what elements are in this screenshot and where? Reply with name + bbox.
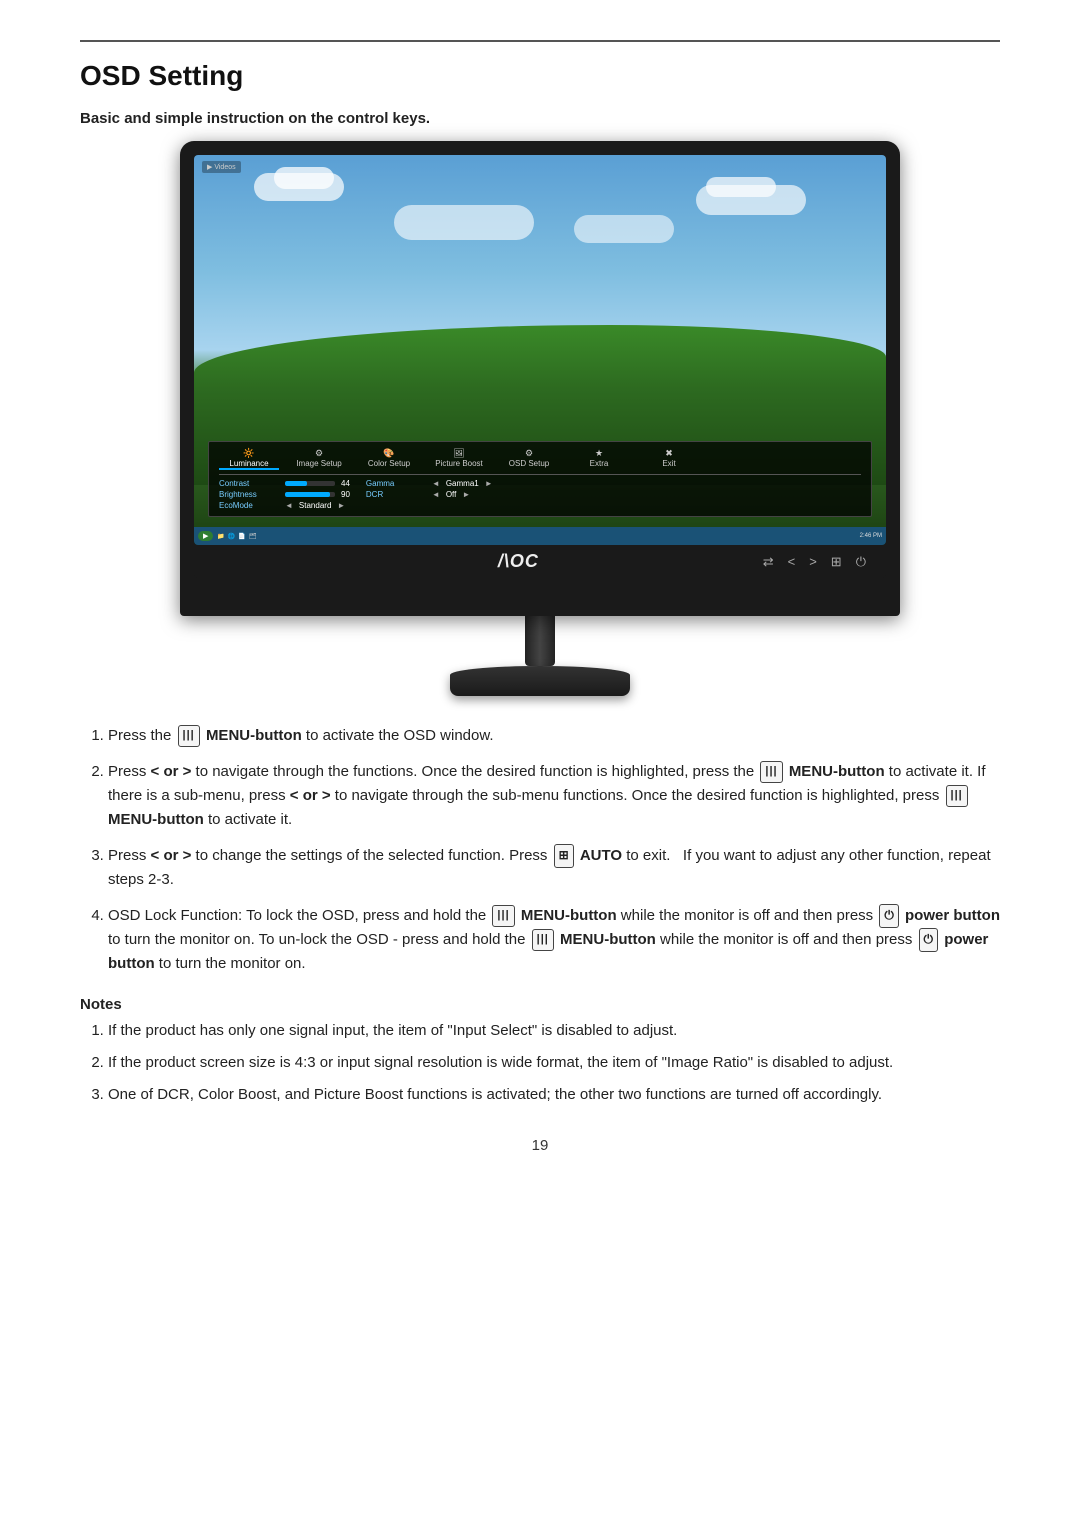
auto-icon: ⊞ bbox=[554, 844, 574, 867]
subtitle: Basic and simple instruction on the cont… bbox=[80, 110, 1000, 127]
osd-row-dcr: DCR ◄ Off ► bbox=[366, 490, 493, 499]
osd-tab-osdsetup: ⚙ OSD Setup bbox=[499, 448, 559, 470]
menu-icon-3: ||| bbox=[946, 785, 968, 807]
control-buttons: ⇄ < > ⊞ ⏻ bbox=[763, 554, 866, 570]
right-button-icon: > bbox=[809, 554, 817, 569]
page-title: OSD Setting bbox=[80, 60, 1000, 92]
menu-icon-5: ||| bbox=[532, 929, 554, 951]
monitor-stand bbox=[180, 616, 900, 696]
osd-tab-exit: ✖ Exit bbox=[639, 448, 699, 470]
power-icon-1: ⏻ bbox=[879, 904, 899, 927]
monitor-image: ▶ Videos 🔆 Luminance ⚙ Image Setup bbox=[80, 141, 1000, 696]
osd-left-rows: Contrast 44 Brightness 90 EcoMode bbox=[219, 479, 350, 510]
stand-base bbox=[450, 666, 630, 696]
notes-list: If the product has only one signal input… bbox=[80, 1019, 1000, 1107]
stand-neck bbox=[525, 616, 555, 666]
osd-content: Contrast 44 Brightness 90 EcoMode bbox=[219, 479, 861, 510]
instruction-4: OSD Lock Function: To lock the OSD, pres… bbox=[108, 904, 1000, 976]
osd-row-gamma: Gamma ◄ Gamma1 ► bbox=[366, 479, 493, 488]
instruction-2: Press < or > to navigate through the fun… bbox=[108, 760, 1000, 832]
menu-button-icon: ⊞ bbox=[831, 554, 842, 570]
instructions-list: Press the ||| MENU-button to activate th… bbox=[80, 724, 1000, 976]
notes-section: Notes If the product has only one signal… bbox=[80, 996, 1000, 1107]
menu-icon-2: ||| bbox=[760, 761, 782, 783]
osd-tab-image: ⚙ Image Setup bbox=[289, 448, 349, 470]
power-button-icon: ⏻ bbox=[856, 554, 866, 570]
osd-tab-luminance: 🔆 Luminance bbox=[219, 448, 279, 470]
notes-title: Notes bbox=[80, 996, 1000, 1013]
input-select-icon: ⇄ bbox=[763, 554, 774, 570]
menu-icon-4: ||| bbox=[492, 905, 514, 927]
cloud-4 bbox=[706, 177, 776, 197]
note-1: If the product has only one signal input… bbox=[108, 1019, 1000, 1043]
osd-row-ecomode: EcoMode ◄ Standard ► bbox=[219, 501, 350, 510]
cloud-2 bbox=[274, 167, 334, 189]
note-3: One of DCR, Color Boost, and Picture Boo… bbox=[108, 1083, 1000, 1107]
top-divider bbox=[80, 40, 1000, 42]
osd-tab-color: 🎨 Color Setup bbox=[359, 448, 419, 470]
note-2: If the product screen size is 4:3 or inp… bbox=[108, 1051, 1000, 1075]
instructions-section: Press the ||| MENU-button to activate th… bbox=[80, 724, 1000, 976]
cloud-6 bbox=[574, 215, 674, 243]
taskbar-items: 📁🌐📄🗂 bbox=[217, 533, 256, 540]
osd-menu: 🔆 Luminance ⚙ Image Setup 🎨 Color Setup bbox=[208, 441, 872, 517]
page-number: 19 bbox=[80, 1137, 1000, 1154]
start-button: ▶ bbox=[198, 531, 213, 541]
osd-tabs: 🔆 Luminance ⚙ Image Setup 🎨 Color Setup bbox=[219, 448, 861, 475]
instruction-3: Press < or > to change the settings of t… bbox=[108, 844, 1000, 892]
taskbar: ▶ 📁🌐📄🗂 2:46 PM bbox=[194, 527, 886, 545]
monitor-logo: /\OC bbox=[498, 551, 539, 572]
taskbar-clock: 2:46 PM bbox=[860, 533, 882, 539]
osd-tab-extra: ★ Extra bbox=[569, 448, 629, 470]
monitor-bezel: ▶ Videos 🔆 Luminance ⚙ Image Setup bbox=[180, 141, 900, 616]
osd-row-brightness: Brightness 90 bbox=[219, 490, 350, 499]
osd-row-contrast: Contrast 44 bbox=[219, 479, 350, 488]
monitor-wrapper: ▶ Videos 🔆 Luminance ⚙ Image Setup bbox=[180, 141, 900, 696]
monitor-screen: ▶ Videos 🔆 Luminance ⚙ Image Setup bbox=[194, 155, 886, 545]
instruction-1: Press the ||| MENU-button to activate th… bbox=[108, 724, 1000, 748]
menu-icon-1: ||| bbox=[178, 725, 200, 747]
cloud-5 bbox=[394, 205, 534, 240]
left-button-icon: < bbox=[788, 554, 796, 569]
power-icon-2: ⏻ bbox=[919, 928, 939, 951]
osd-tab-picture: 🖼 Picture Boost bbox=[429, 448, 489, 470]
monitor-controls: /\OC ⇄ < > ⊞ ⏻ bbox=[194, 545, 886, 578]
osd-right-rows: Gamma ◄ Gamma1 ► DCR ◄ Off ► bbox=[366, 479, 493, 510]
screen-topbar: ▶ Videos bbox=[202, 161, 241, 173]
